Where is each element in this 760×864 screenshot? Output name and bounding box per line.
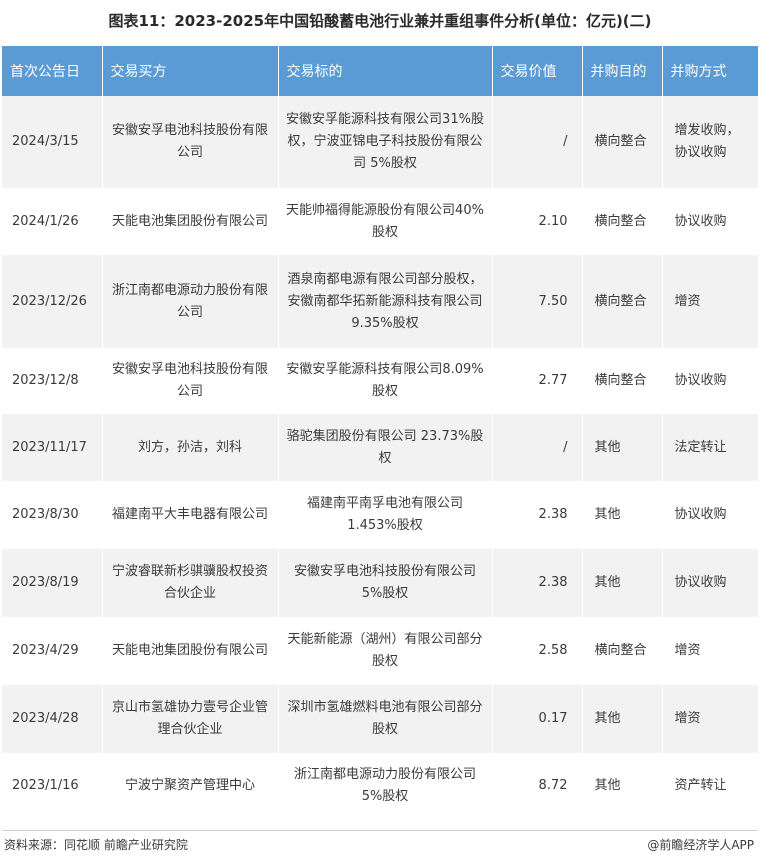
cell-date: 2023/4/29 (2, 617, 103, 685)
cell-method: 协议收购 (662, 481, 758, 549)
cell-date: 2024/1/26 (2, 188, 103, 255)
cell-purpose: 其他 (582, 685, 663, 753)
cell-method: 资产转让 (662, 753, 758, 819)
table-row: 2023/4/29 天能电池集团股份有限公司 天能新能源（湖州）有限公司部分股权… (2, 617, 758, 685)
cell-buyer: 宁波宁聚资产管理中心 (102, 753, 279, 819)
cell-target: 骆驼集团股份有限公司 23.73%股权 (278, 414, 493, 481)
table-row: 2024/3/15 安徽安孚电池科技股份有限公司 安徽安孚能源科技有限公司31%… (2, 96, 758, 188)
header-date: 首次公告日 (2, 46, 103, 96)
table-row: 2023/4/28 京山市氢雄协力壹号企业管理合伙企业 深圳市氢雄燃料电池有限公… (2, 685, 758, 753)
cell-purpose: 其他 (582, 753, 663, 819)
brand-note: @前瞻经济学人APP (647, 838, 754, 852)
cell-buyer: 宁波睿联新杉骐骥股权投资合伙企业 (102, 549, 279, 617)
cell-value: / (492, 96, 583, 188)
cell-method: 协议收购 (662, 549, 758, 617)
cell-date: 2023/4/28 (2, 685, 103, 753)
cell-target: 安徽安孚能源科技有限公司8.09%股权 (278, 348, 493, 414)
cell-target: 深圳市氢雄燃料电池有限公司部分股权 (278, 685, 493, 753)
footer-divider (2, 830, 758, 831)
cell-buyer: 刘方，孙洁，刘科 (102, 414, 279, 481)
cell-date: 2023/11/17 (2, 414, 103, 481)
header-method: 并购方式 (662, 46, 758, 96)
source-note: 资料来源：同花顺 前瞻产业研究院 (4, 838, 188, 852)
table-row: 2023/8/30 福建南平大丰电器有限公司 福建南平南孚电池有限公司1.453… (2, 481, 758, 549)
cell-method: 增资 (662, 255, 758, 348)
cell-value: 2.77 (492, 348, 583, 414)
cell-method: 法定转让 (662, 414, 758, 481)
cell-date: 2024/3/15 (2, 96, 103, 188)
cell-target: 安徽安孚电池科技股份有限公司 5%股权 (278, 549, 493, 617)
chart-title: 图表11：2023-2025年中国铅酸蓄电池行业兼并重组事件分析(单位：亿元)(… (108, 12, 652, 30)
cell-purpose: 其他 (582, 481, 663, 549)
cell-target: 安徽安孚能源科技有限公司31%股权，宁波亚锦电子科技股份有限公司 5%股权 (278, 96, 493, 188)
cell-buyer: 天能电池集团股份有限公司 (102, 188, 279, 255)
cell-date: 2023/1/16 (2, 753, 103, 819)
cell-purpose: 横向整合 (582, 255, 663, 348)
cell-method: 增资 (662, 617, 758, 685)
cell-target: 福建南平南孚电池有限公司1.453%股权 (278, 481, 493, 549)
merger-table: 首次公告日 交易买方 交易标的 交易价值 并购目的 并购方式 2024/3/15… (2, 46, 758, 819)
cell-value: 7.50 (492, 255, 583, 348)
cell-date: 2023/12/26 (2, 255, 103, 348)
table-row: 2024/1/26 天能电池集团股份有限公司 天能帅福得能源股份有限公司40%股… (2, 188, 758, 255)
cell-buyer: 安徽安孚电池科技股份有限公司 (102, 348, 279, 414)
cell-target: 天能帅福得能源股份有限公司40%股权 (278, 188, 493, 255)
cell-target: 酒泉南都电源有限公司部分股权，安徽南都华拓新能源科技有限公司 9.35%股权 (278, 255, 493, 348)
cell-method: 增发收购，协议收购 (662, 96, 758, 188)
cell-date: 2023/12/8 (2, 348, 103, 414)
cell-purpose: 横向整合 (582, 617, 663, 685)
cell-value: 2.38 (492, 481, 583, 549)
cell-value: 2.38 (492, 549, 583, 617)
cell-purpose: 横向整合 (582, 348, 663, 414)
table-row: 2023/12/26 浙江南都电源动力股份有限公司 酒泉南都电源有限公司部分股权… (2, 255, 758, 348)
cell-buyer: 浙江南都电源动力股份有限公司 (102, 255, 279, 348)
cell-buyer: 京山市氢雄协力壹号企业管理合伙企业 (102, 685, 279, 753)
cell-method: 协议收购 (662, 188, 758, 255)
header-row: 首次公告日 交易买方 交易标的 交易价值 并购目的 并购方式 (2, 46, 758, 96)
cell-buyer: 福建南平大丰电器有限公司 (102, 481, 279, 549)
header-value: 交易价值 (492, 46, 583, 96)
cell-value: 2.58 (492, 617, 583, 685)
table-row: 2023/12/8 安徽安孚电池科技股份有限公司 安徽安孚能源科技有限公司8.0… (2, 348, 758, 414)
header-buyer: 交易买方 (102, 46, 279, 96)
cell-purpose: 其他 (582, 414, 663, 481)
table-row: 2023/8/19 宁波睿联新杉骐骥股权投资合伙企业 安徽安孚电池科技股份有限公… (2, 549, 758, 617)
cell-buyer: 天能电池集团股份有限公司 (102, 617, 279, 685)
cell-target: 天能新能源（湖州）有限公司部分股权 (278, 617, 493, 685)
cell-purpose: 其他 (582, 549, 663, 617)
cell-purpose: 横向整合 (582, 96, 663, 188)
cell-method: 协议收购 (662, 348, 758, 414)
cell-method: 增资 (662, 685, 758, 753)
table-row: 2023/1/16 宁波宁聚资产管理中心 浙江南都电源动力股份有限公司 5%股权… (2, 753, 758, 819)
cell-date: 2023/8/19 (2, 549, 103, 617)
header-target: 交易标的 (278, 46, 493, 96)
cell-target: 浙江南都电源动力股份有限公司 5%股权 (278, 753, 493, 819)
cell-value: 0.17 (492, 685, 583, 753)
header-purpose: 并购目的 (582, 46, 663, 96)
cell-date: 2023/8/30 (2, 481, 103, 549)
table-row: 2023/11/17 刘方，孙洁，刘科 骆驼集团股份有限公司 23.73%股权 … (2, 414, 758, 481)
cell-value: / (492, 414, 583, 481)
cell-purpose: 横向整合 (582, 188, 663, 255)
cell-value: 8.72 (492, 753, 583, 819)
cell-value: 2.10 (492, 188, 583, 255)
cell-buyer: 安徽安孚电池科技股份有限公司 (102, 96, 279, 188)
